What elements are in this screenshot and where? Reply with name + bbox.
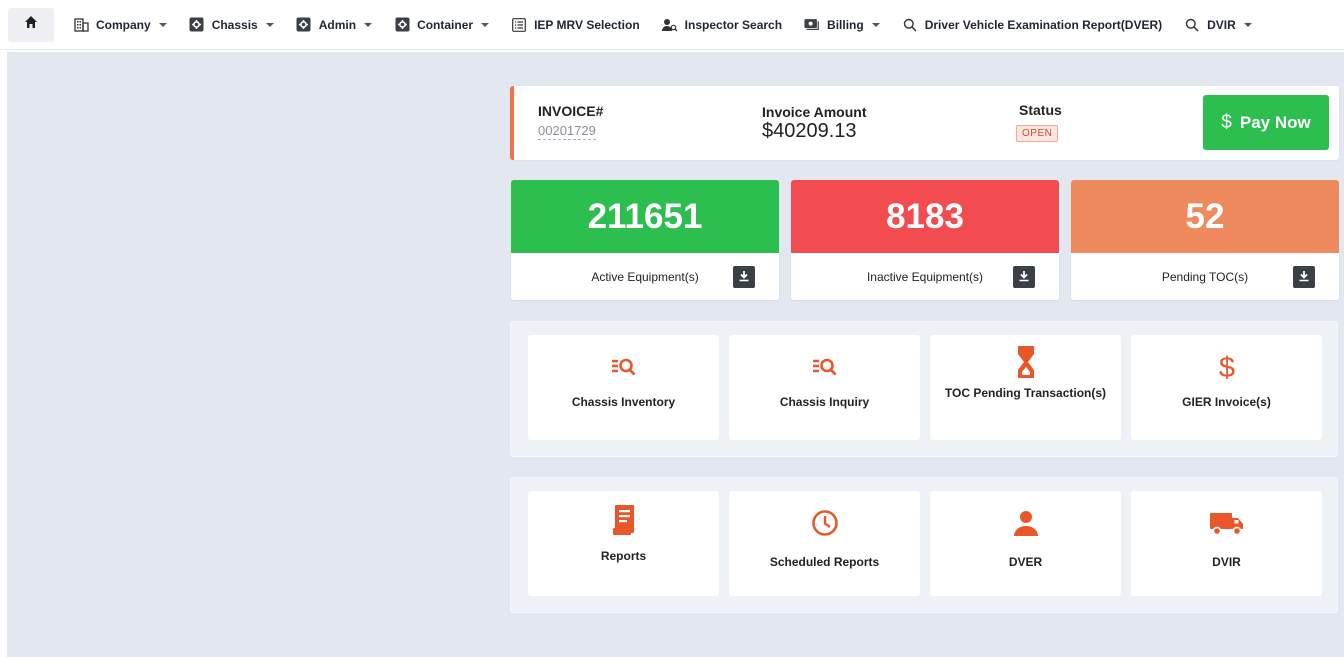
tile-label: Chassis Inventory <box>571 395 676 409</box>
chevron-down-icon <box>158 22 167 27</box>
nav-inspector-search[interactable]: Inspector Search <box>651 0 793 50</box>
quick-links-panel-2: Reports Scheduled Reports DVER DVIR <box>510 477 1338 613</box>
nav-chassis[interactable]: Chassis <box>178 0 285 50</box>
dollar-icon: $ <box>1217 352 1237 382</box>
pay-now-button[interactable]: $ Pay Now <box>1203 95 1329 150</box>
active-equipment-label: Active Equipment(s) <box>591 269 699 284</box>
nav-container-label: Container <box>417 17 474 32</box>
person-icon <box>1013 508 1039 538</box>
tile-label: Chassis Inquiry <box>779 395 870 409</box>
nav-dver-label: Driver Vehicle Examination Report(DVER) <box>924 17 1163 32</box>
invoice-status-label: Status <box>1019 102 1062 118</box>
nav-container[interactable]: Container <box>383 0 500 50</box>
invoice-amount-value: $40209.13 <box>762 120 857 142</box>
nav-dvir[interactable]: DVIR <box>1173 0 1263 50</box>
search-icon <box>1184 17 1200 33</box>
list-search-icon <box>611 352 637 382</box>
clock-icon <box>811 508 839 538</box>
list-search-icon <box>812 352 838 382</box>
invoice-number-label: INVOICE# <box>538 103 604 119</box>
tile-label: Scheduled Reports <box>769 555 880 569</box>
download-inactive-equipment-button[interactable] <box>1013 266 1035 288</box>
tile-scheduled-reports[interactable]: Scheduled Reports <box>729 491 920 596</box>
tile-label: Reports <box>600 549 647 563</box>
tile-label: DVIR <box>1212 555 1241 569</box>
chevron-down-icon <box>481 22 490 27</box>
status-badge: OPEN <box>1016 125 1059 142</box>
download-pending-toc-button[interactable] <box>1293 266 1315 288</box>
tile-label: TOC Pending Transaction(s) <box>944 386 1107 400</box>
tile-dvir[interactable]: DVIR <box>1131 491 1322 596</box>
tile-label: DVER <box>1008 555 1043 569</box>
nav-admin[interactable]: Admin <box>285 0 383 50</box>
nav-dvir-label: DVIR <box>1207 17 1236 32</box>
nav-inspector-search-label: Inspector Search <box>684 17 783 32</box>
download-active-equipment-button[interactable] <box>733 266 755 288</box>
tile-reports[interactable]: Reports <box>528 491 719 596</box>
active-equipment-count: 211651 <box>511 180 779 253</box>
chevron-down-icon <box>364 22 373 27</box>
gear-box-icon <box>296 17 312 33</box>
nav-billing-label: Billing <box>827 17 864 32</box>
inactive-equipment-label: Inactive Equipment(s) <box>866 269 984 284</box>
quick-links-panel-1: Chassis Inventory Chassis Inquiry TOC Pe… <box>510 321 1338 457</box>
inactive-equipment-count: 8183 <box>791 180 1059 253</box>
nav-chassis-label: Chassis <box>211 17 258 32</box>
pending-toc-label: Pending TOC(s) <box>1161 269 1249 284</box>
list-box-icon <box>511 17 527 33</box>
download-icon <box>1018 270 1030 285</box>
report-icon <box>612 505 636 535</box>
chevron-down-icon <box>1243 22 1252 27</box>
nav-dver[interactable]: Driver Vehicle Examination Report(DVER) <box>891 0 1173 50</box>
pay-now-label: Pay Now <box>1239 112 1311 132</box>
download-icon <box>738 270 750 285</box>
pending-toc-card: 52 Pending TOC(s) <box>1071 180 1339 300</box>
tile-label: GIER Invoice(s) <box>1182 395 1271 409</box>
chevron-down-icon <box>871 22 880 27</box>
tile-dver[interactable]: DVER <box>930 491 1121 596</box>
pending-toc-count: 52 <box>1071 180 1339 253</box>
building-icon <box>73 17 89 33</box>
active-equipment-card: 211651 Active Equipment(s) <box>511 180 779 300</box>
nav-admin-label: Admin <box>318 17 357 32</box>
invoice-number-link[interactable]: 00201729 <box>538 123 596 140</box>
invoice-amount-label: Invoice Amount <box>762 104 867 120</box>
dollar-icon: $ <box>1221 111 1232 133</box>
download-icon <box>1298 270 1310 285</box>
nav-iep-mrv-selection[interactable]: IEP MRV Selection <box>500 0 651 50</box>
nav-iep-mrv-label: IEP MRV Selection <box>534 17 640 32</box>
nav-company[interactable]: Company <box>62 0 178 50</box>
nav-company-label: Company <box>96 17 151 32</box>
person-search-icon <box>661 17 678 33</box>
tile-toc-pending-transactions[interactable]: TOC Pending Transaction(s) <box>930 335 1121 440</box>
nav-billing[interactable]: Billing <box>793 0 891 50</box>
top-navbar: Company Chassis Admin Container IEP MRV … <box>0 0 1344 50</box>
search-icon <box>902 17 918 33</box>
gear-box-icon <box>394 17 410 33</box>
chevron-down-icon <box>265 22 274 27</box>
truck-icon <box>1209 508 1245 538</box>
svg-text:$: $ <box>1218 352 1234 382</box>
inactive-equipment-card: 8183 Inactive Equipment(s) <box>791 180 1059 300</box>
home-button[interactable] <box>8 7 54 42</box>
tile-chassis-inventory[interactable]: Chassis Inventory <box>528 335 719 440</box>
home-icon <box>24 15 38 34</box>
cash-icon <box>804 17 820 33</box>
tile-chassis-inquiry[interactable]: Chassis Inquiry <box>729 335 920 440</box>
gear-box-icon <box>189 17 205 33</box>
tile-gier-invoices[interactable]: $ GIER Invoice(s) <box>1131 335 1322 440</box>
hourglass-icon <box>1017 346 1035 378</box>
invoice-summary-card: INVOICE# 00201729 Invoice Amount $40209.… <box>510 86 1339 160</box>
